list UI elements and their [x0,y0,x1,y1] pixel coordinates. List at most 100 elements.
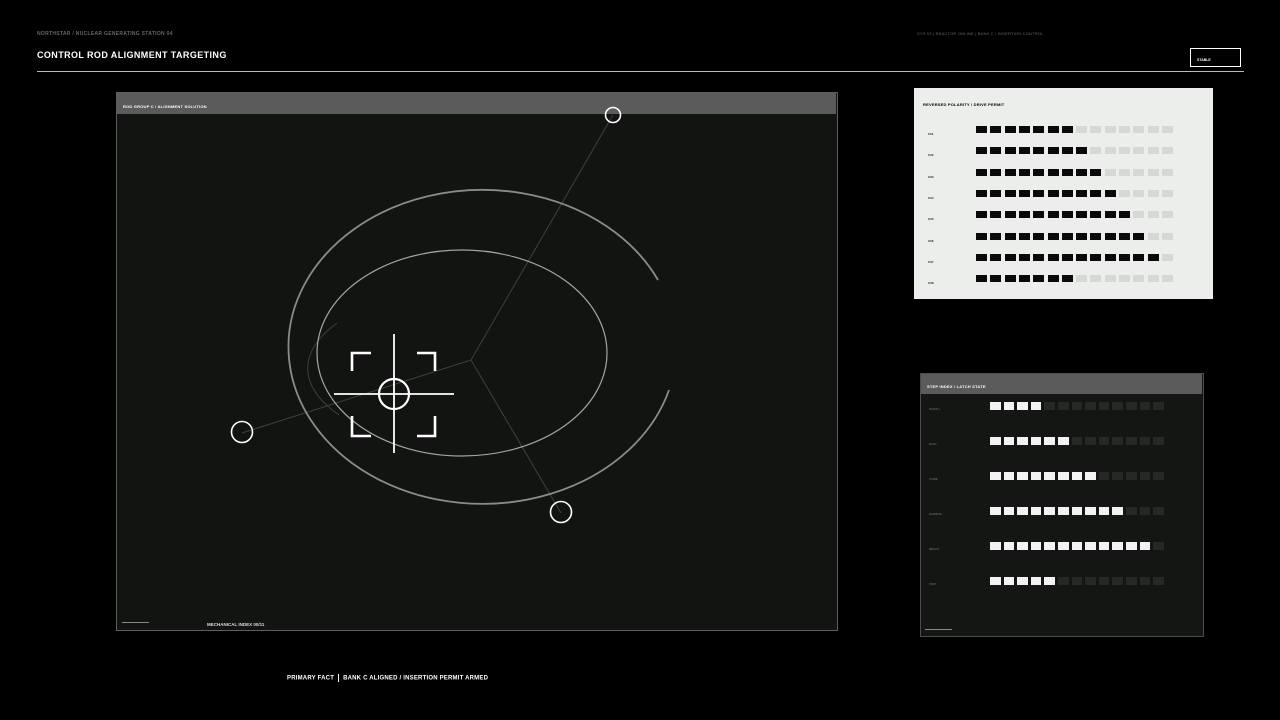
polarity-segment-filled [1047,232,1059,240]
step-segment-empty [1112,577,1123,585]
step-segment-filled [1030,472,1042,480]
step-segment-empty [1058,577,1069,585]
step-segment-filled [990,507,1001,515]
polarity-segment-filled [1090,253,1102,261]
step-segment-empty [1085,402,1096,410]
polarity-segment-empty [1161,253,1173,261]
polarity-segment-empty [1104,168,1116,176]
step-row-label: CORE [929,477,938,481]
polarity-segment-empty [1104,126,1116,133]
step-segment-filled [1003,507,1015,515]
polarity-segment-filled [1090,211,1102,219]
polarity-segment-empty [1147,168,1159,176]
polarity-segment-empty [1133,168,1145,176]
step-segment-filled [1071,542,1083,550]
step-segment-filled [1139,542,1151,550]
polarity-segment-filled [1119,232,1130,240]
polarity-segment-filled [1033,253,1045,261]
step-segment-empty [1044,402,1055,410]
polarity-segment-filled [1104,211,1116,219]
circle-node-icon[interactable] [549,500,573,524]
step-segment-filled [1071,507,1083,515]
circle-node-icon[interactable] [230,420,254,444]
step-segment-empty [1098,577,1110,585]
step-segment-empty [1139,437,1151,445]
step-segment-empty [1112,402,1123,410]
step-segment-filled [1030,542,1042,550]
step-segment-empty [1139,402,1151,410]
step-segment-filled [1030,402,1042,410]
polarity-segment-empty [1161,211,1173,219]
status-badge-label: STABLE [1197,58,1211,62]
polarity-segment-filled [1004,275,1016,283]
step-segment-filled [1017,542,1028,550]
step-segment-empty [1139,472,1151,480]
polarity-segment-filled [1004,232,1016,240]
crosshair-reticle-icon[interactable] [334,334,454,453]
polarity-segment-filled [1004,126,1016,133]
step-row-label: NORTH [929,407,940,411]
step-segment-filled [1003,402,1015,410]
polarity-segment-filled [1004,147,1016,155]
step-segment-filled [1044,472,1055,480]
polarity-segment-filled [976,189,987,197]
step-segment-empty [1085,437,1096,445]
status-badge[interactable]: STABLE [1190,48,1241,67]
step-segment-filled [1085,472,1096,480]
polarity-segment-empty [1090,126,1102,133]
step-segment-filled [1071,472,1083,480]
polarity-segment-filled [976,211,987,219]
polarity-segment-filled [1047,253,1059,261]
polarity-segment-empty [1119,168,1130,176]
mechanical-index: MECHANICAL INDEX 00/11 [207,622,265,627]
polarity-segment-empty [1161,168,1173,176]
radial-line-west [241,359,472,434]
polarity-segment-filled [1033,189,1045,197]
polarity-segment-empty [1161,147,1173,155]
step-segment-filled [1058,472,1069,480]
polarity-segment-filled [1076,189,1088,197]
step-segment-empty [1058,402,1069,410]
step-segment-empty [1126,507,1137,515]
polarity-segment-empty [1147,211,1159,219]
step-segment-empty [1153,507,1164,515]
polarity-segment-filled [1004,253,1016,261]
polarity-segment-filled [1018,147,1030,155]
polarity-segment-empty [1104,147,1116,155]
primary-fact-text: BANK C ALIGNED / INSERTION PERMIT ARMED [343,675,489,682]
polarity-segment-empty [1119,126,1130,133]
step-segment-filled [1098,542,1110,550]
polarity-row-label: C01 [928,132,934,136]
polarity-segment-empty [1161,275,1173,283]
step-segment-empty [1126,402,1137,410]
step-segment-empty [1153,542,1164,550]
alignment-panel: ROD GROUP C / ALIGNMENT SOLUTION MECHANI… [116,92,838,631]
polarity-segment-empty [1119,275,1130,283]
polarity-segment-filled [1047,275,1059,283]
step-segment-empty [1098,402,1110,410]
polarity-segment-filled [976,253,987,261]
polarity-segment-filled [1033,147,1045,155]
polarity-segment-empty [1104,275,1116,283]
polarity-segment-filled [976,168,987,176]
step-segment-filled [990,437,1001,445]
polarity-segment-filled [990,211,1002,219]
polarity-segment-filled [1061,232,1073,240]
polarity-segment-empty [1161,189,1173,197]
polarity-segment-filled [1061,275,1073,283]
scale-bar [925,629,952,630]
step-segment-empty [1071,577,1083,585]
step-segment-filled [1030,507,1042,515]
breadcrumb: NORTHSTAR / NUCLEAR GENERATING STATION 0… [37,31,173,37]
step-segment-empty [1126,437,1137,445]
step-segment-filled [1017,577,1028,585]
polarity-segment-empty [1147,232,1159,240]
polarity-segment-filled [1033,211,1045,219]
step-segment-filled [1003,437,1015,445]
polarity-segment-empty [1133,189,1145,197]
radial-line-north [470,114,614,361]
alignment-canvas [230,106,670,524]
polarity-panel: REVERSED POLARITY / DRIVE PERMIT C01 C02 C… [914,88,1213,299]
polarity-segment-empty [1090,275,1102,283]
polarity-segment-filled [1018,211,1030,219]
